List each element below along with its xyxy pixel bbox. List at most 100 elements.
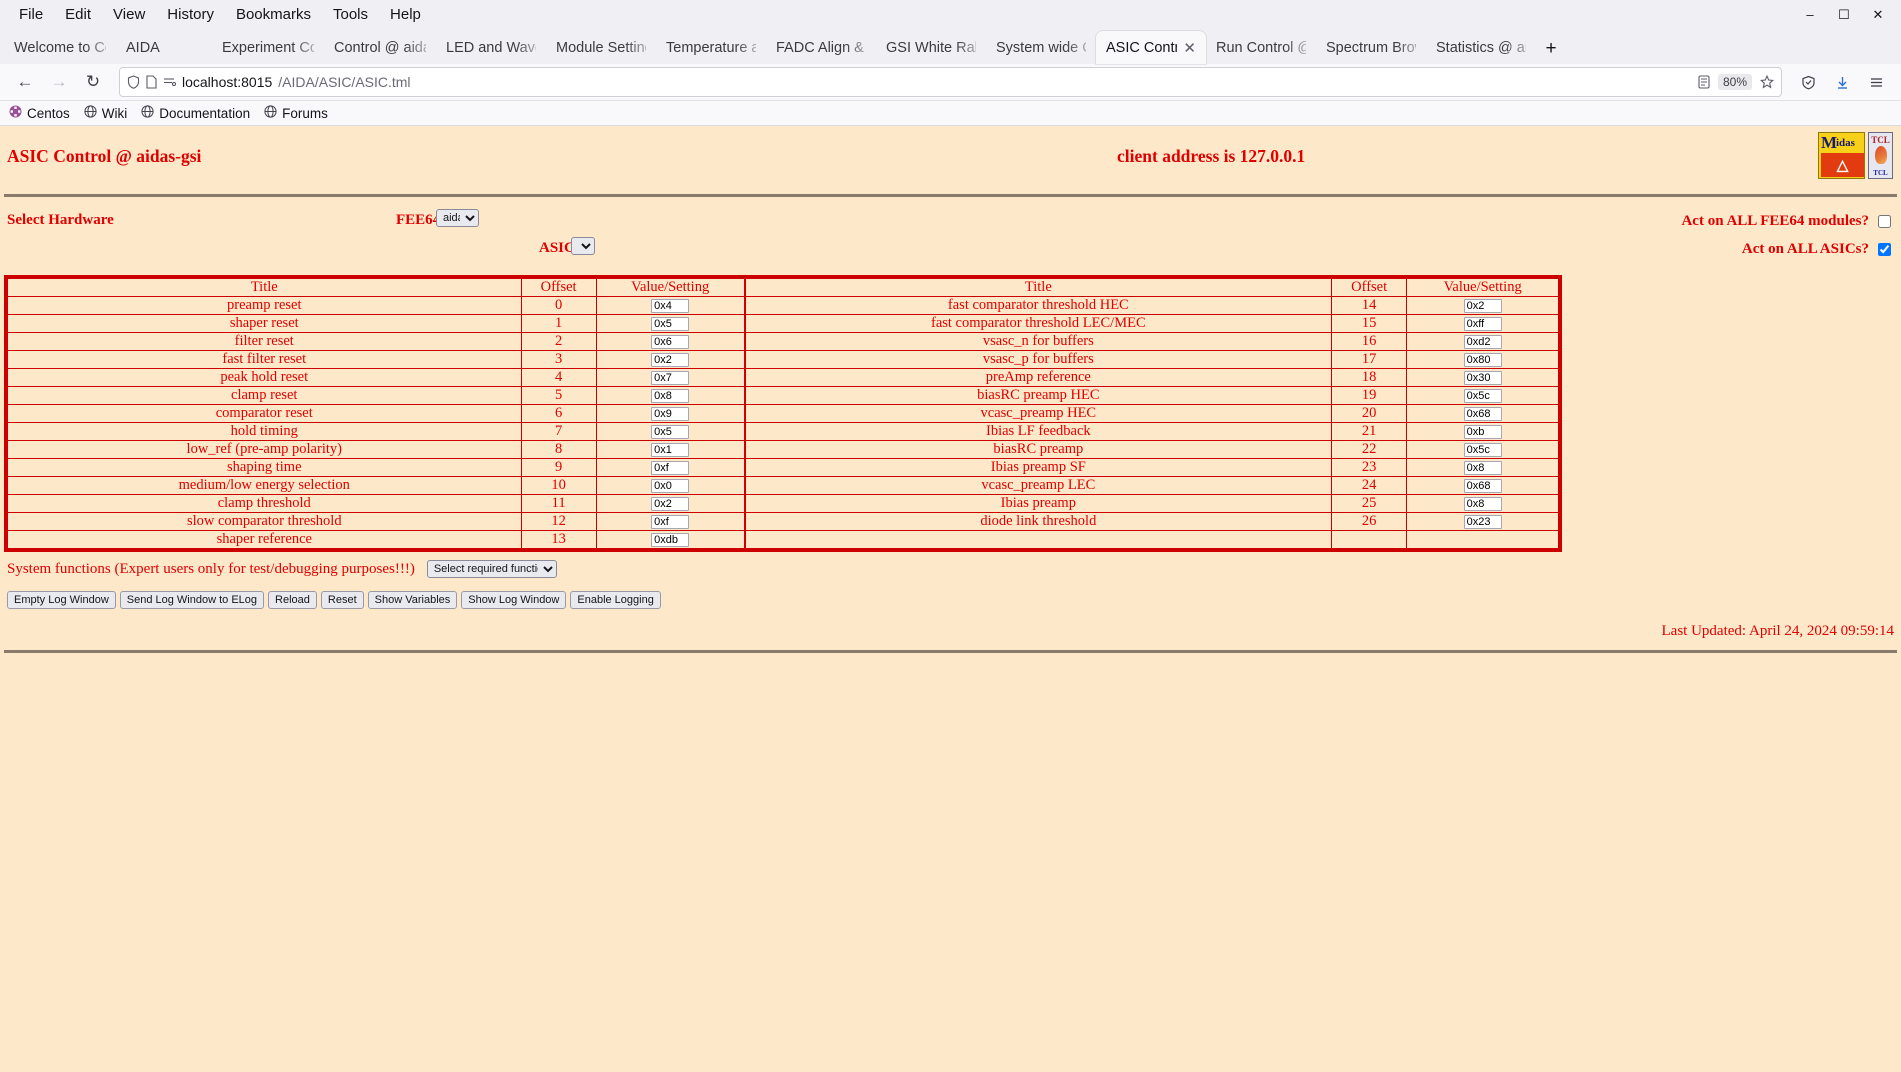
register-title: vsasc_p for buffers <box>744 350 1333 369</box>
new-tab-button[interactable]: + <box>1536 34 1566 64</box>
url-path: /AIDA/ASIC/ASIC.tml <box>278 74 411 90</box>
enable-logging-button[interactable]: Enable Logging <box>570 591 661 609</box>
register-value-cell <box>595 350 745 369</box>
bookmark-star-icon[interactable] <box>1760 75 1774 89</box>
register-value-input[interactable] <box>651 532 690 547</box>
tab-asic-control[interactable]: ASIC Control @ ✕ <box>1096 31 1206 64</box>
menu-item-edit[interactable]: Edit <box>54 4 102 25</box>
address-bar[interactable]: localhost:8015/AIDA/ASIC/ASIC.tml 80% <box>119 67 1782 97</box>
register-value-input[interactable] <box>1463 334 1502 349</box>
show-variables-button[interactable]: Show Variables <box>367 591 458 609</box>
register-value-cell <box>595 512 745 531</box>
register-value-input[interactable] <box>651 316 690 331</box>
menu-item-bookmarks[interactable]: Bookmarks <box>225 4 322 25</box>
tab-statistics[interactable]: Statistics @ aidas <box>1426 31 1536 64</box>
register-value-input[interactable] <box>1463 388 1502 403</box>
tab-system-wide-check[interactable]: System wide Che <box>986 31 1096 64</box>
tab-welcome-to-centos[interactable]: Welcome to Cent <box>4 31 116 64</box>
register-offset: 22 <box>1331 440 1408 459</box>
register-value-input[interactable] <box>651 442 690 457</box>
register-value-input[interactable] <box>1463 514 1502 529</box>
bookmark-centos[interactable]: Centos <box>9 105 70 121</box>
send-log-window-to-elog-button[interactable]: Send Log Window to ELog <box>119 591 265 609</box>
register-value-input[interactable] <box>651 496 690 511</box>
register-value-input[interactable] <box>651 334 690 349</box>
table-row: Ibias preamp 25 <box>744 494 1559 513</box>
register-value-cell <box>1406 368 1559 387</box>
register-value-input[interactable] <box>651 352 690 367</box>
register-value-input[interactable] <box>651 514 690 529</box>
tab-gsi-white-rabbit[interactable]: GSI White Rabbit <box>876 31 986 64</box>
tab-led-and-waveform[interactable]: LED and Wavefor <box>436 31 546 64</box>
app-menu-icon[interactable] <box>1860 67 1892 97</box>
register-value-input[interactable] <box>651 298 690 313</box>
maximize-icon[interactable]: ☐ <box>1827 0 1861 29</box>
register-value-input[interactable] <box>1463 496 1502 511</box>
close-icon[interactable]: ✕ <box>1861 0 1895 29</box>
minimize-icon[interactable]: – <box>1793 0 1827 29</box>
register-value-cell <box>1406 386 1559 405</box>
reload-icon[interactable]: ↻ <box>77 67 109 97</box>
tab-run-control[interactable]: Run Control @ ai <box>1206 31 1316 64</box>
tracking-protection-icon[interactable] <box>1792 67 1824 97</box>
fee64-select[interactable]: aida02 <box>436 209 479 227</box>
act-all-asics-checkbox[interactable] <box>1878 243 1891 256</box>
reader-mode-icon[interactable] <box>1698 75 1710 89</box>
asic-select[interactable]: 1 <box>571 237 595 255</box>
reset-button[interactable]: Reset <box>320 591 364 609</box>
reader-icon[interactable] <box>163 76 176 88</box>
bookmark-wiki[interactable]: Wiki <box>84 105 127 121</box>
zoom-level-badge[interactable]: 80% <box>1717 74 1752 90</box>
menu-item-help[interactable]: Help <box>379 4 432 25</box>
menu-item-tools[interactable]: Tools <box>322 4 379 25</box>
register-value-input[interactable] <box>651 460 690 475</box>
bookmark-documentation[interactable]: Documentation <box>141 105 250 121</box>
downloads-icon[interactable] <box>1826 67 1858 97</box>
menu-item-view[interactable]: View <box>102 4 156 25</box>
menu-item-history[interactable]: History <box>156 4 225 25</box>
back-icon[interactable]: ← <box>9 67 41 97</box>
tab-fadc-align-control[interactable]: FADC Align & Co <box>766 31 876 64</box>
register-value-input[interactable] <box>1463 478 1502 493</box>
tab-control-aidas[interactable]: Control @ aidas- <box>324 31 436 64</box>
system-functions-label: System functions (Expert users only for … <box>7 560 415 577</box>
tcl-logo: TCL TCL <box>1868 132 1893 179</box>
logo-group: Midas △ TCL TCL <box>1818 132 1893 179</box>
register-value-input[interactable] <box>1463 370 1502 385</box>
show-log-window-button[interactable]: Show Log Window <box>461 591 567 609</box>
tab-close-icon[interactable]: ✕ <box>1183 39 1196 57</box>
table-header-row: Title Offset Value/Setting <box>7 278 745 297</box>
register-value-input[interactable] <box>1463 442 1502 457</box>
forward-icon[interactable]: → <box>43 67 75 97</box>
tab-experiment-control[interactable]: Experiment Contr <box>212 31 324 64</box>
register-value-input[interactable] <box>651 478 690 493</box>
reload-button[interactable]: Reload <box>268 591 317 609</box>
tab-aida[interactable]: AIDA <box>116 31 212 64</box>
register-value-input[interactable] <box>1463 298 1502 313</box>
register-title: Ibias LF feedback <box>744 422 1333 441</box>
register-value-input[interactable] <box>651 370 690 385</box>
system-function-select[interactable]: Select required function <box>426 560 557 578</box>
act-all-fee64-checkbox[interactable] <box>1878 215 1891 228</box>
asic-registers-tables: Title Offset Value/Setting preamp reset 0… <box>4 275 1562 552</box>
register-value-input[interactable] <box>1463 316 1502 331</box>
register-value-input[interactable] <box>651 406 690 421</box>
register-offset: 25 <box>1331 494 1408 513</box>
register-value-input[interactable] <box>1463 406 1502 421</box>
register-value-input[interactable] <box>651 388 690 403</box>
register-title <box>744 530 1333 549</box>
empty-log-window-button[interactable]: Empty Log Window <box>7 591 116 609</box>
bookmark-forums[interactable]: Forums <box>264 105 328 121</box>
tab-spectrum-browser[interactable]: Spectrum Browse <box>1316 31 1426 64</box>
menu-item-history-label: History <box>167 6 214 23</box>
tab-temperature-and[interactable]: Temperature and <box>656 31 766 64</box>
register-value-cell <box>595 404 745 423</box>
column-header-title: Title <box>744 278 1333 297</box>
register-title: vsasc_n for buffers <box>744 332 1333 351</box>
menu-item-file[interactable]: File <box>8 4 54 25</box>
register-value-input[interactable] <box>1463 460 1502 475</box>
register-value-input[interactable] <box>1463 352 1502 367</box>
register-value-input[interactable] <box>651 424 690 439</box>
tab-module-settings[interactable]: Module Settings <box>546 31 656 64</box>
register-value-input[interactable] <box>1463 424 1502 439</box>
